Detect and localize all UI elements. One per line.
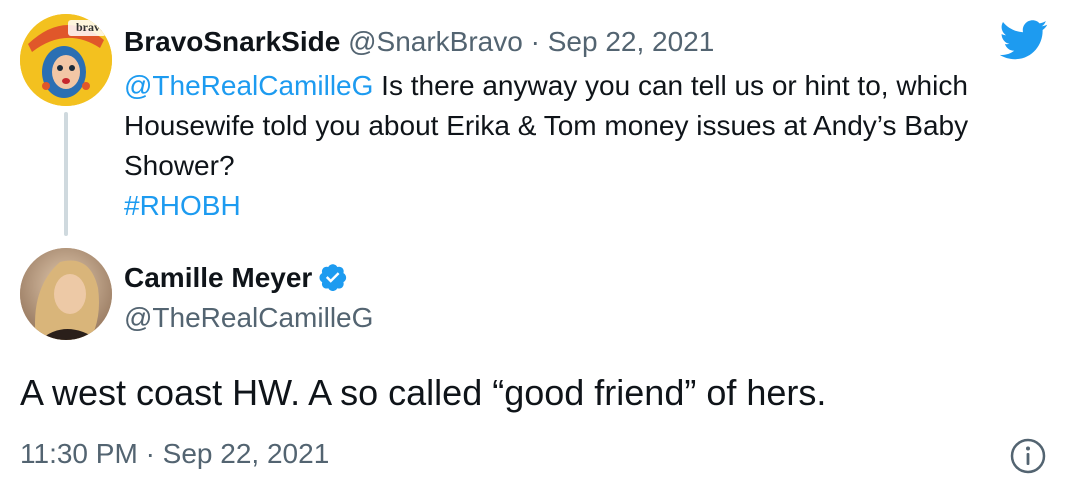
hashtag-link[interactable]: #RHOBH <box>124 190 241 221</box>
avatar-logo-text: bravo <box>76 20 106 34</box>
mention-link[interactable]: @TheRealCamilleG <box>124 70 373 101</box>
author-avatar[interactable] <box>20 248 112 340</box>
verified-badge-icon <box>318 262 348 292</box>
tweet-date[interactable]: Sep 22, 2021 <box>163 438 330 469</box>
info-icon[interactable] <box>1008 436 1048 476</box>
reply-separator: · <box>530 26 540 57</box>
reply-header: BravoSnarkSide @SnarkBravo · Sep 22, 202… <box>124 24 714 60</box>
reply-handle[interactable]: @SnarkBravo <box>348 26 523 57</box>
reply-display-name[interactable]: BravoSnarkSide <box>124 26 340 57</box>
photo-woman-avatar-icon <box>20 248 112 340</box>
author-display-name[interactable]: Camille Meyer <box>124 262 312 293</box>
tweet-time[interactable]: 11:30 PM <box>20 438 138 469</box>
twitter-bird-icon[interactable] <box>999 20 1048 60</box>
author-name-row: Camille Meyer <box>124 260 348 296</box>
reply-author-avatar[interactable]: bravo <box>20 14 112 106</box>
author-handle[interactable]: @TheRealCamilleG <box>124 300 373 336</box>
tweet-separator: · <box>145 438 155 469</box>
thread-connector-line <box>64 112 68 236</box>
tweet-timestamp[interactable]: 11:30 PM · Sep 22, 2021 <box>20 436 329 472</box>
reply-body: @TheRealCamilleG Is there anyway you can… <box>124 66 1054 226</box>
tweet-body: A west coast HW. A so called “good frien… <box>20 372 827 413</box>
reply-date[interactable]: Sep 22, 2021 <box>548 26 715 57</box>
